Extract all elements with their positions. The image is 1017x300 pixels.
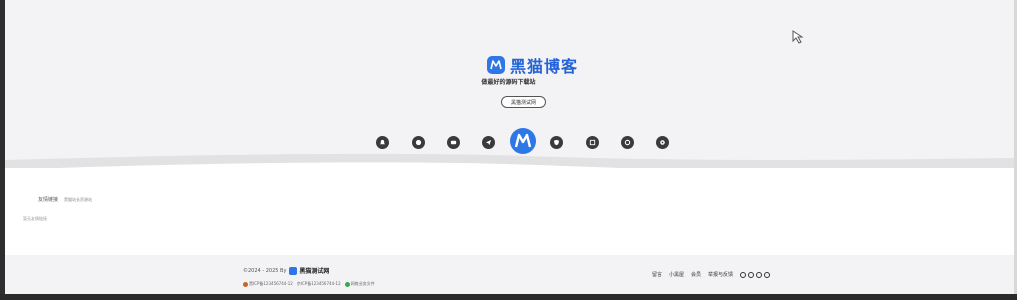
social-icon-2[interactable]	[748, 271, 755, 278]
content-area	[5, 168, 1014, 255]
mouse-cursor-icon	[792, 30, 804, 44]
site-slogan: 做最好的源码下载站	[481, 79, 536, 86]
logo-mark-icon	[487, 56, 505, 74]
folder-icon[interactable]	[447, 136, 460, 149]
message-icon[interactable]	[621, 136, 634, 149]
friend-links-title: 友情链接	[38, 197, 59, 203]
social-icon-1[interactable]	[740, 271, 747, 278]
site-link-button[interactable]: 黑猫测试网	[501, 96, 546, 108]
footer-nav: 留言 小黑屋 会员 举报与反馈	[652, 271, 771, 278]
footer-link-member[interactable]: 会员	[691, 271, 701, 278]
footer-link-message[interactable]: 留言	[652, 271, 662, 278]
footer-social-icons	[740, 271, 771, 278]
chat-icon[interactable]	[412, 136, 425, 149]
settings-icon[interactable]	[656, 136, 669, 149]
friend-links: 友情链接 黑猫站长资源站	[38, 196, 92, 203]
send-icon[interactable]	[482, 136, 495, 149]
image-icon[interactable]	[586, 136, 599, 149]
bell-icon[interactable]	[376, 136, 389, 149]
friend-link-item[interactable]: 黑猫站长资源站	[64, 197, 92, 203]
logo-text: 黑猫博客	[510, 57, 579, 76]
shield-icon[interactable]	[550, 136, 563, 149]
site-footer	[5, 255, 1014, 294]
icp-record-3[interactable]: 网络业务文件	[344, 281, 375, 287]
footer-copyright: ©2024 - 2025 By 黑猫测试网	[243, 266, 329, 275]
social-icon-3[interactable]	[756, 271, 763, 278]
no-announcement-text: 暂无友情链接	[23, 216, 47, 221]
footer-link-blackroom[interactable]: 小黑屋	[669, 271, 684, 278]
footer-link-report[interactable]: 举报与反馈	[708, 271, 733, 278]
copyright-text: ©2024 - 2025 By	[243, 267, 287, 274]
taskbar-strip	[0, 294, 1017, 300]
icp-record-2[interactable]: 京ICP备123456744-12	[297, 281, 341, 287]
icp-record-1[interactable]: 黑ICP备123456744-12	[243, 281, 293, 287]
footer-brand-text: 黑猫测试网	[299, 268, 330, 275]
social-icon-4[interactable]	[764, 271, 771, 278]
page-frame: 黑猫博客 做最好的源码下载站 黑猫测试网 友情链接 黑猫站长资源站 暂无友情链接…	[0, 0, 1017, 300]
footer-icp-row: 黑ICP备123456744-12 京ICP备123456744-12 网络业务…	[243, 281, 375, 287]
site-logo[interactable]: 黑猫博客	[487, 53, 578, 77]
footer-logo-icon	[289, 266, 298, 275]
footer-brand[interactable]: 黑猫测试网	[289, 266, 329, 275]
